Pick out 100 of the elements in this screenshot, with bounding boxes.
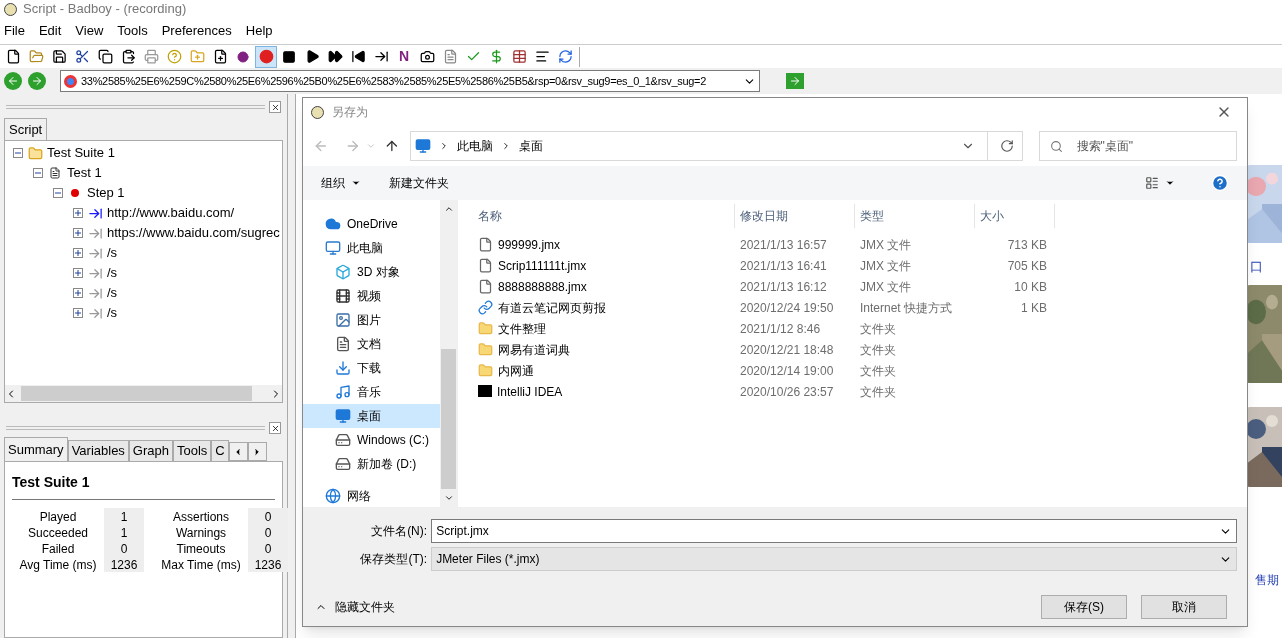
tree-item[interactable]: /s	[107, 243, 118, 263]
file-row[interactable]: 内网通 2020/12/14 19:00 文件夹	[473, 360, 1247, 381]
search-field[interactable]: 搜索"桌面"	[1038, 131, 1237, 161]
field-label: 文件名(N):	[370, 523, 428, 540]
file-row[interactable]: 8888888888.jmx 2021/1/13 16:12 JMX 文件 10 KB	[473, 276, 1247, 297]
tree-item[interactable]: Step 1	[87, 183, 125, 203]
file-type-select[interactable]: JMeter Files (*.jmx)	[431, 547, 1237, 571]
nav-item[interactable]: 图片	[303, 308, 440, 332]
menu-item[interactable]: Edit	[38, 21, 62, 41]
tree-item[interactable]: /s	[107, 263, 118, 283]
save-button[interactable]: 保存(S)	[1041, 595, 1127, 619]
tab[interactable]: Graph	[128, 440, 173, 461]
stat-value: 1	[120, 509, 128, 524]
menu-item[interactable]: File	[4, 21, 25, 41]
menu-item[interactable]: Help	[245, 21, 273, 41]
search-icon	[1049, 139, 1063, 153]
forward-button[interactable]	[28, 72, 46, 90]
toolbar-button[interactable]: N	[393, 45, 415, 68]
breadcrumb-item[interactable]: 桌面	[518, 137, 543, 155]
nav-item[interactable]: 网络	[303, 484, 440, 507]
nav-item[interactable]: 3D 对象	[303, 260, 440, 284]
help-icon	[166, 49, 182, 64]
column-header[interactable]: 修改日期	[735, 204, 855, 228]
stat-label: Timeouts	[176, 541, 226, 556]
window-title: Script - Badboy - (recording)	[23, 0, 187, 19]
menu-item[interactable]: Preferences	[161, 21, 232, 41]
horizontal-scrollbar[interactable]	[5, 385, 282, 402]
breadcrumb-bar[interactable]: 此电脑 桌面	[409, 131, 1023, 161]
file-row[interactable]: Scrip111111t.jmx 2021/1/13 16:41 JMX 文件 705 KB	[473, 255, 1247, 276]
expand-toggle[interactable]	[73, 308, 83, 318]
expand-toggle[interactable]	[73, 228, 83, 238]
page-link[interactable]: 售期	[1255, 571, 1279, 589]
image-icon	[335, 312, 351, 328]
column-header[interactable]: 名称	[473, 204, 735, 228]
file-name-field[interactable]: Script.jmx	[431, 519, 1237, 543]
field-label: 保存类型(T):	[359, 551, 428, 568]
view-button[interactable]	[1145, 176, 1175, 190]
column-header[interactable]: 类型	[855, 204, 975, 228]
cut-icon	[74, 49, 90, 64]
file-row[interactable]: IntelliJ IDEA 2020/10/26 23:57 文件夹	[473, 381, 1247, 402]
tree-item[interactable]: Test Suite 1	[47, 143, 115, 163]
stat-value: 1236	[110, 557, 138, 572]
tree-item[interactable]: /s	[107, 283, 118, 303]
nav-item[interactable]: 文档	[303, 332, 440, 356]
stat-value: 1236	[254, 557, 282, 572]
tree-item[interactable]: http://www.baidu.com/	[107, 203, 235, 223]
close-button[interactable]	[269, 422, 281, 434]
tab[interactable]: Script	[4, 118, 48, 140]
nav-item[interactable]: 下载	[303, 356, 440, 380]
nav-item[interactable]: 桌面	[303, 404, 440, 428]
nav-item[interactable]: 新加卷 (D:)	[303, 452, 440, 476]
cube-icon	[335, 264, 351, 280]
stat-label: Max Time (ms)	[161, 557, 241, 572]
close-button[interactable]	[269, 101, 281, 113]
column-header[interactable]: 大小	[975, 204, 1055, 228]
expand-toggle[interactable]	[73, 248, 83, 258]
nav-item[interactable]: 音乐	[303, 380, 440, 404]
nav-item[interactable]: 视频	[303, 284, 440, 308]
cancel-button[interactable]: 取消	[1141, 595, 1227, 619]
file-row[interactable]: 有道云笔记网页剪报 2020/12/24 19:50 Internet 快捷方式 1 KB	[473, 297, 1247, 318]
stat-label: Failed	[41, 541, 75, 556]
tab[interactable]: C	[211, 440, 229, 461]
record-button[interactable]	[255, 45, 277, 68]
tab[interactable]: Tools	[173, 440, 212, 461]
expand-toggle[interactable]	[73, 208, 83, 218]
organize-button[interactable]: 组织	[321, 174, 361, 192]
nav-item[interactable]: Windows (C:)	[303, 428, 440, 452]
collapse-toggle[interactable]	[13, 148, 23, 158]
menu-item[interactable]: View	[75, 21, 104, 41]
nav-item[interactable]: OneDrive	[303, 212, 440, 236]
menu-item[interactable]: Tools	[117, 21, 148, 41]
help-icon[interactable]	[1211, 174, 1229, 192]
back-button[interactable]	[4, 72, 22, 90]
globe-icon	[325, 488, 341, 504]
collapse-toggle[interactable]	[33, 168, 43, 178]
file-row[interactable]: 999999.jmx 2021/1/13 16:57 JMX 文件 713 KB	[473, 234, 1247, 255]
hide-folders-button[interactable]: 隐藏文件夹	[315, 598, 395, 616]
new-folder-button[interactable]: 新建文件夹	[389, 174, 449, 192]
folder-icon	[478, 363, 493, 378]
copy-icon	[97, 49, 113, 64]
stat-value: 0	[264, 509, 272, 524]
up-button[interactable]	[384, 138, 400, 154]
file-row[interactable]: 文件整理 2021/1/12 8:46 文件夹	[473, 318, 1247, 339]
tree-item[interactable]: https://www.baidu.com/sugrec	[107, 223, 280, 243]
expand-toggle[interactable]	[73, 268, 83, 278]
tree-item[interactable]: /s	[107, 303, 118, 323]
collapse-toggle[interactable]	[53, 188, 63, 198]
breadcrumb-item[interactable]: 此电脑	[456, 137, 493, 155]
stat-label: Assertions	[173, 509, 229, 524]
nav-item[interactable]: 此电脑	[303, 236, 440, 260]
plus-icon	[75, 230, 81, 236]
tab[interactable]: Variables	[67, 440, 129, 461]
file-row[interactable]: 网易有道词典 2020/12/21 18:48 文件夹	[473, 339, 1247, 360]
page-link[interactable]: 口	[1250, 257, 1263, 277]
expand-toggle[interactable]	[73, 288, 83, 298]
tree-item[interactable]: Test 1	[67, 163, 102, 183]
tab[interactable]: Summary	[4, 437, 68, 461]
vertical-scrollbar[interactable]	[440, 200, 457, 507]
paste-icon	[120, 49, 136, 64]
url-field[interactable]: 33%2585%25E6%259C%2580%25E6%2596%25B0%25E6%2583%2585%25E5%2586%25B5&rsp=0&rsv_sug9=es_0_1&rsv_sug=2	[60, 70, 760, 92]
